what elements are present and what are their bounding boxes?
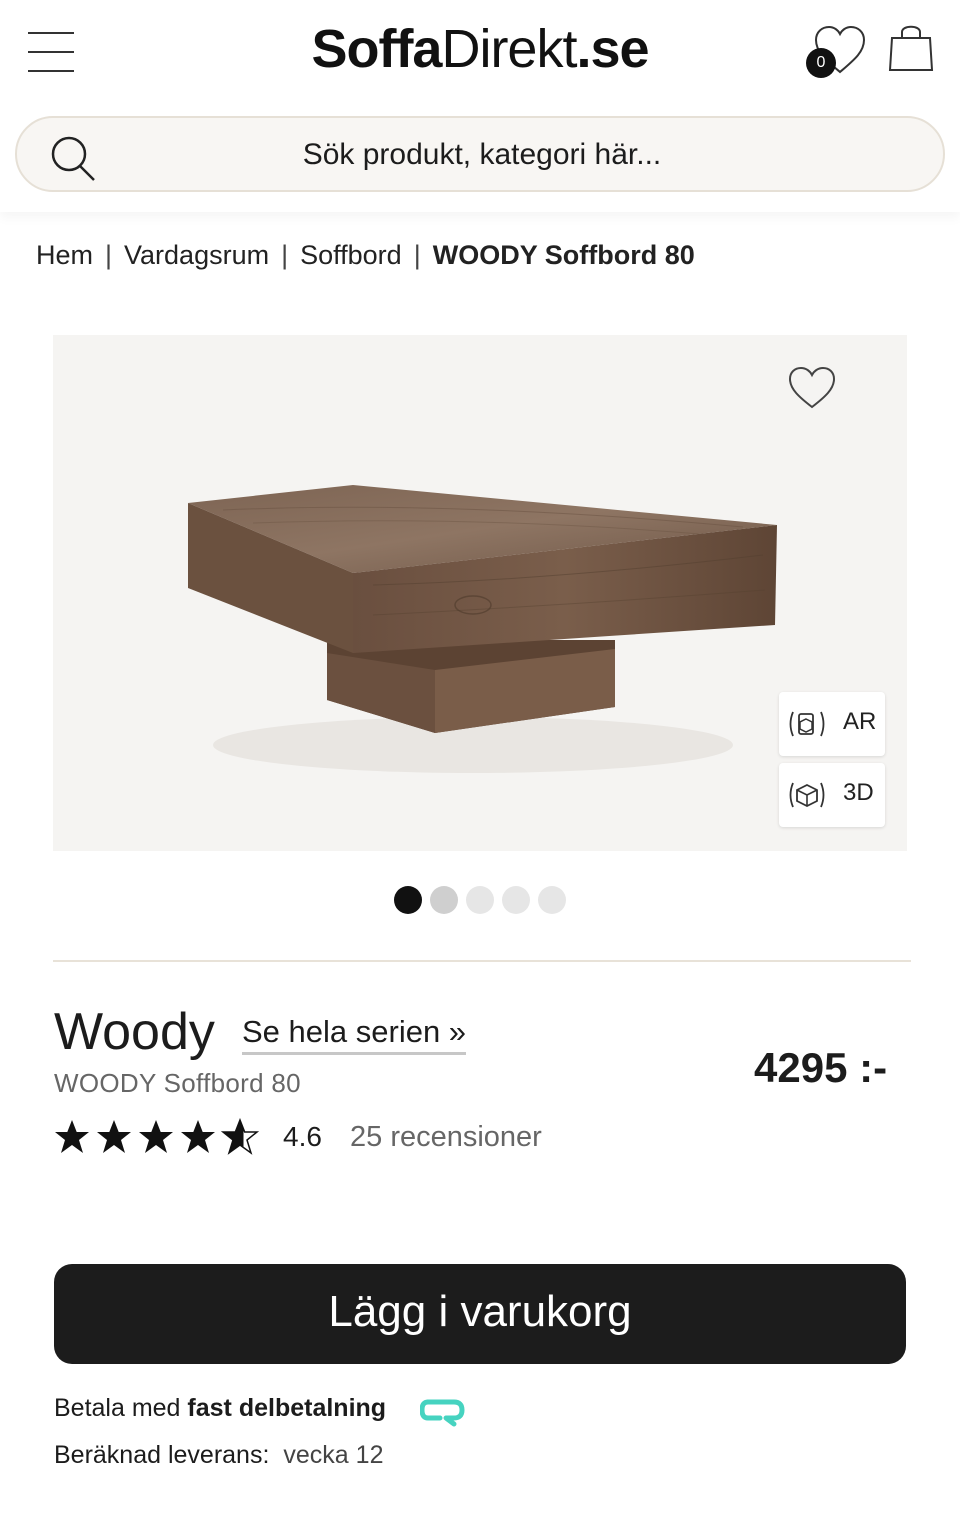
breadcrumb-item-vardagsrum[interactable]: Vardagsrum [124, 240, 269, 270]
ar-label: AR [843, 708, 877, 735]
shopping-bag-icon [888, 25, 934, 71]
logo-part-direkt: Direkt [441, 19, 577, 79]
carousel-dot-5[interactable] [538, 886, 566, 914]
breadcrumb-item-soffbord[interactable]: Soffbord [300, 240, 402, 270]
product-series-name: Woody [54, 1003, 215, 1061]
rating-value: 4.6 [283, 1121, 322, 1152]
breadcrumb-separator: | [281, 240, 289, 270]
star-icon [181, 1120, 215, 1153]
star-icon [139, 1120, 173, 1153]
breadcrumb-separator: | [413, 240, 421, 270]
add-to-wishlist-button[interactable] [787, 365, 837, 411]
divider [53, 960, 911, 962]
carousel-dot-1[interactable] [394, 886, 422, 914]
payment-method[interactable]: fast delbetalning [187, 1394, 386, 1422]
logo-part-soffa: Soffa [311, 19, 442, 79]
ar-icon [789, 711, 825, 737]
star-rating [55, 1118, 260, 1155]
cube-icon [789, 782, 825, 808]
search-input[interactable]: Sök produkt, kategori här... [15, 116, 945, 192]
breadcrumb-separator: | [105, 240, 113, 270]
heart-icon [788, 366, 836, 409]
wishlist-count-badge: 0 [806, 48, 836, 78]
breadcrumb-current: WOODY Soffbord 80 [432, 240, 695, 270]
payment-info: Betala med fast delbetalning [54, 1394, 386, 1423]
product-subtitle: WOODY Soffbord 80 [54, 1068, 301, 1098]
carousel-dot-2[interactable] [430, 886, 458, 914]
payment-prefix: Betala med [54, 1394, 181, 1422]
3d-label: 3D [843, 779, 874, 806]
star-half-icon [220, 1118, 260, 1155]
3d-view-button[interactable]: 3D [779, 763, 885, 827]
carousel-dot-3[interactable] [466, 886, 494, 914]
breadcrumb: Hem | Vardagsrum | Soffbord | WOODY Soffbord 8… [36, 240, 695, 271]
logo-part-tld: .se [576, 19, 649, 79]
product-image-gallery[interactable]: AR 3D [53, 335, 907, 851]
ar-view-button[interactable]: AR [779, 692, 885, 756]
product-price: 4295 :- [754, 1044, 888, 1091]
reviews-link[interactable]: 25 recensioner [350, 1121, 542, 1154]
add-to-cart-button[interactable]: Lägg i varukorg [54, 1264, 906, 1364]
delivery-estimate: Beräknad leverans: vecka 12 [54, 1441, 383, 1470]
delivery-value: vecka 12 [283, 1441, 384, 1469]
cart-button[interactable] [886, 20, 936, 74]
wishlist-button[interactable]: 0 [806, 22, 868, 78]
star-icon [97, 1120, 131, 1153]
carousel-dot-4[interactable] [502, 886, 530, 914]
site-header: SoffaDirekt.se 0 Sök produkt, kategori h… [0, 0, 960, 212]
delivery-label: Beräknad leverans: [54, 1441, 270, 1469]
qliro-logo-icon [420, 1399, 465, 1427]
star-icon [55, 1120, 89, 1153]
search-placeholder: Sök produkt, kategori här... [302, 138, 662, 171]
breadcrumb-item-hem[interactable]: Hem [36, 240, 93, 270]
see-series-link[interactable]: Se hela serien » [242, 1014, 467, 1055]
